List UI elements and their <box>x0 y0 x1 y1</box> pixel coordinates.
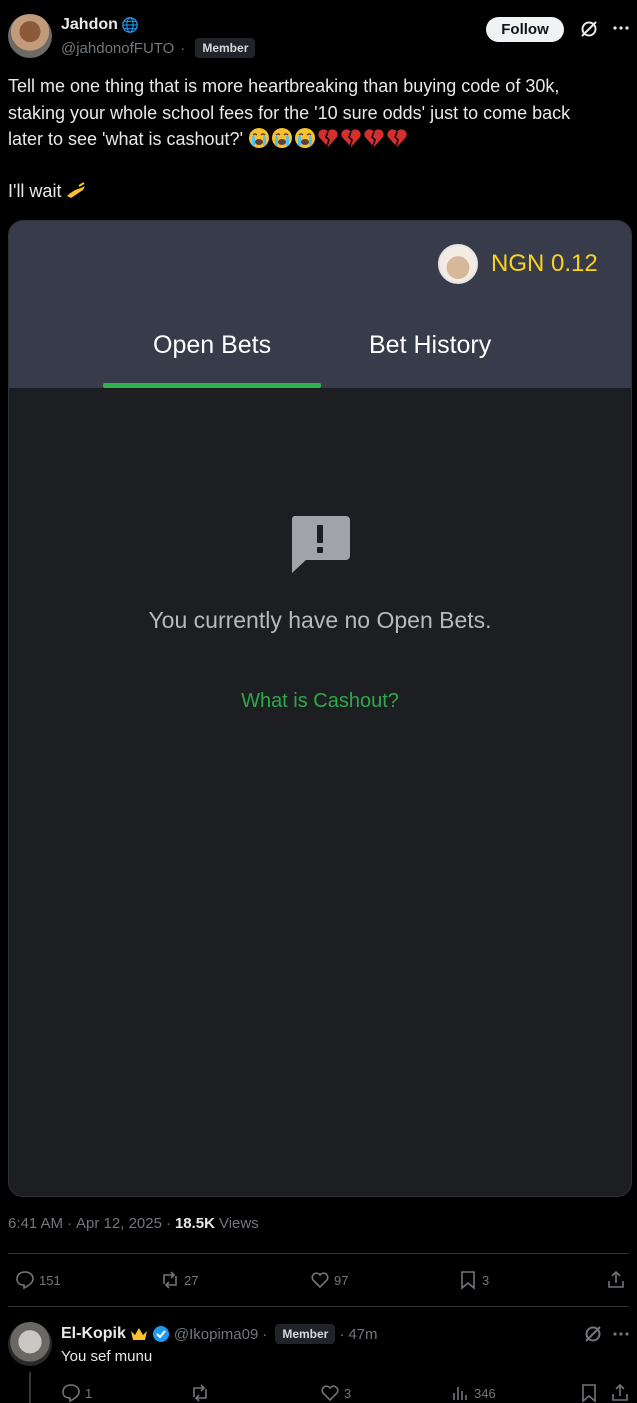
like-button[interactable]: 97 <box>310 1270 348 1290</box>
reply-action-bar: 1 3 346 <box>0 1383 637 1403</box>
share-icon <box>612 1383 628 1401</box>
reply-icon <box>62 1384 80 1403</box>
post-meta: 6:41 AM · Apr 12, 2025 · 18.5K Views <box>8 1215 259 1232</box>
crying-face-icon <box>295 128 316 148</box>
separator: · <box>339 1325 345 1343</box>
writing-hand-icon <box>67 182 86 198</box>
reply-icon <box>16 1271 34 1290</box>
post-text-wait: I'll wait <box>8 180 88 202</box>
grok-icon[interactable] <box>579 19 599 39</box>
post-header: Jahdon @jahdonofFUTO · Member Follow <box>8 14 629 60</box>
broken-heart-icon <box>318 129 338 147</box>
post-action-bar: 151 27 97 3 <box>0 1270 637 1292</box>
broken-heart-icon <box>387 129 407 147</box>
reply-header: El-Kopik @Ikopima09 · Member · 47m <box>61 1324 378 1344</box>
reply-author-handle[interactable]: @Ikopima09 <box>174 1326 258 1343</box>
reply-reply-count: 1 <box>85 1385 93 1401</box>
reply-views-button[interactable]: 346 <box>450 1383 496 1403</box>
reply-text: You sef munu <box>61 1348 153 1365</box>
post-text: Tell me one thing that is more heartbrea… <box>8 73 628 153</box>
active-tab-indicator <box>103 383 321 388</box>
author-name-row: Jahdon <box>61 16 139 34</box>
reply-button[interactable]: 151 <box>15 1270 61 1290</box>
repost-button[interactable]: 27 <box>160 1270 198 1290</box>
heart-icon <box>321 1385 339 1402</box>
post-text-line: Tell me one thing that is more heartbrea… <box>8 76 560 96</box>
repost-icon <box>193 1384 207 1402</box>
separator: · <box>67 1215 73 1232</box>
attached-screenshot[interactable]: NGN 0.12 Open Bets Bet History You curre… <box>8 220 632 1197</box>
reply-member-badge[interactable]: Member <box>275 1324 336 1344</box>
screenshot-header: NGN 0.12 Open Bets Bet History <box>9 221 631 388</box>
bookmark-button[interactable]: 3 <box>458 1270 489 1290</box>
divider <box>8 1306 629 1307</box>
bookmark-icon <box>461 1271 475 1290</box>
balance-amount: NGN 0.12 <box>491 250 598 277</box>
reply-author-name[interactable]: El-Kopik <box>61 1325 126 1343</box>
follow-button[interactable]: Follow <box>486 17 564 42</box>
what-is-cashout-link: What is Cashout? <box>241 690 399 712</box>
post-text-line: later to see 'what is cashout?' <box>8 126 628 153</box>
separator: · <box>165 1215 171 1232</box>
reply-reply-button[interactable]: 1 <box>61 1383 92 1403</box>
reply-count: 151 <box>39 1272 61 1288</box>
reply-repost-button[interactable] <box>190 1383 210 1403</box>
empty-state-message: You currently have no Open Bets. <box>148 607 492 633</box>
more-options-icon[interactable] <box>612 1325 630 1343</box>
crying-face-icon <box>249 128 270 148</box>
reply-like-count: 3 <box>344 1385 352 1401</box>
wait-text: I'll wait <box>8 180 62 201</box>
post-time[interactable]: 6:41 AM <box>8 1215 63 1232</box>
heart-icon <box>311 1272 329 1289</box>
repost-icon <box>163 1271 177 1289</box>
crying-face-icon <box>272 128 293 148</box>
crown-icon <box>130 1328 147 1340</box>
share-button[interactable] <box>606 1270 626 1290</box>
separator: · <box>180 39 186 57</box>
bookmark-count: 3 <box>482 1272 490 1288</box>
member-badge[interactable]: Member <box>195 38 256 58</box>
broken-heart-icon <box>341 129 361 147</box>
grok-icon[interactable] <box>583 1324 603 1344</box>
author-name[interactable]: Jahdon <box>61 16 118 34</box>
share-icon <box>608 1270 624 1288</box>
reply-share-button[interactable] <box>610 1383 630 1403</box>
verified-badge-icon <box>152 1326 169 1342</box>
reply-like-button[interactable]: 3 <box>320 1383 351 1403</box>
analytics-icon <box>453 1387 467 1400</box>
repost-count: 27 <box>184 1272 199 1288</box>
globe-icon <box>122 17 138 33</box>
post-text-line: staking your whole school fees for the '… <box>8 102 571 123</box>
reply-views-count: 346 <box>474 1385 496 1401</box>
bookmark-icon <box>582 1384 596 1403</box>
post-date[interactable]: Apr 12, 2025 <box>76 1215 162 1232</box>
reply-author-avatar[interactable] <box>8 1322 52 1366</box>
author-avatar[interactable] <box>8 14 52 58</box>
views-count: 18.5K <box>174 1215 215 1232</box>
reply-bookmark-button[interactable] <box>579 1383 599 1403</box>
balance-avatar <box>438 244 478 284</box>
more-options-icon[interactable] <box>612 19 630 37</box>
tab-bet-history: Bet History <box>369 331 492 359</box>
author-handle[interactable]: @jahdonofFUTO <box>61 40 174 57</box>
broken-heart-icon <box>364 129 384 147</box>
reply-time[interactable]: 47m <box>348 1326 377 1343</box>
tab-open-bets: Open Bets <box>153 331 272 359</box>
views-label: Views <box>218 1215 259 1232</box>
author-handle-row: @jahdonofFUTO · Member <box>61 38 256 58</box>
alert-message-icon <box>291 516 350 573</box>
like-count: 97 <box>334 1272 349 1288</box>
post-text-line-3: later to see 'what is cashout?' <box>8 129 244 149</box>
separator: · <box>262 1325 268 1343</box>
divider <box>8 1253 629 1254</box>
